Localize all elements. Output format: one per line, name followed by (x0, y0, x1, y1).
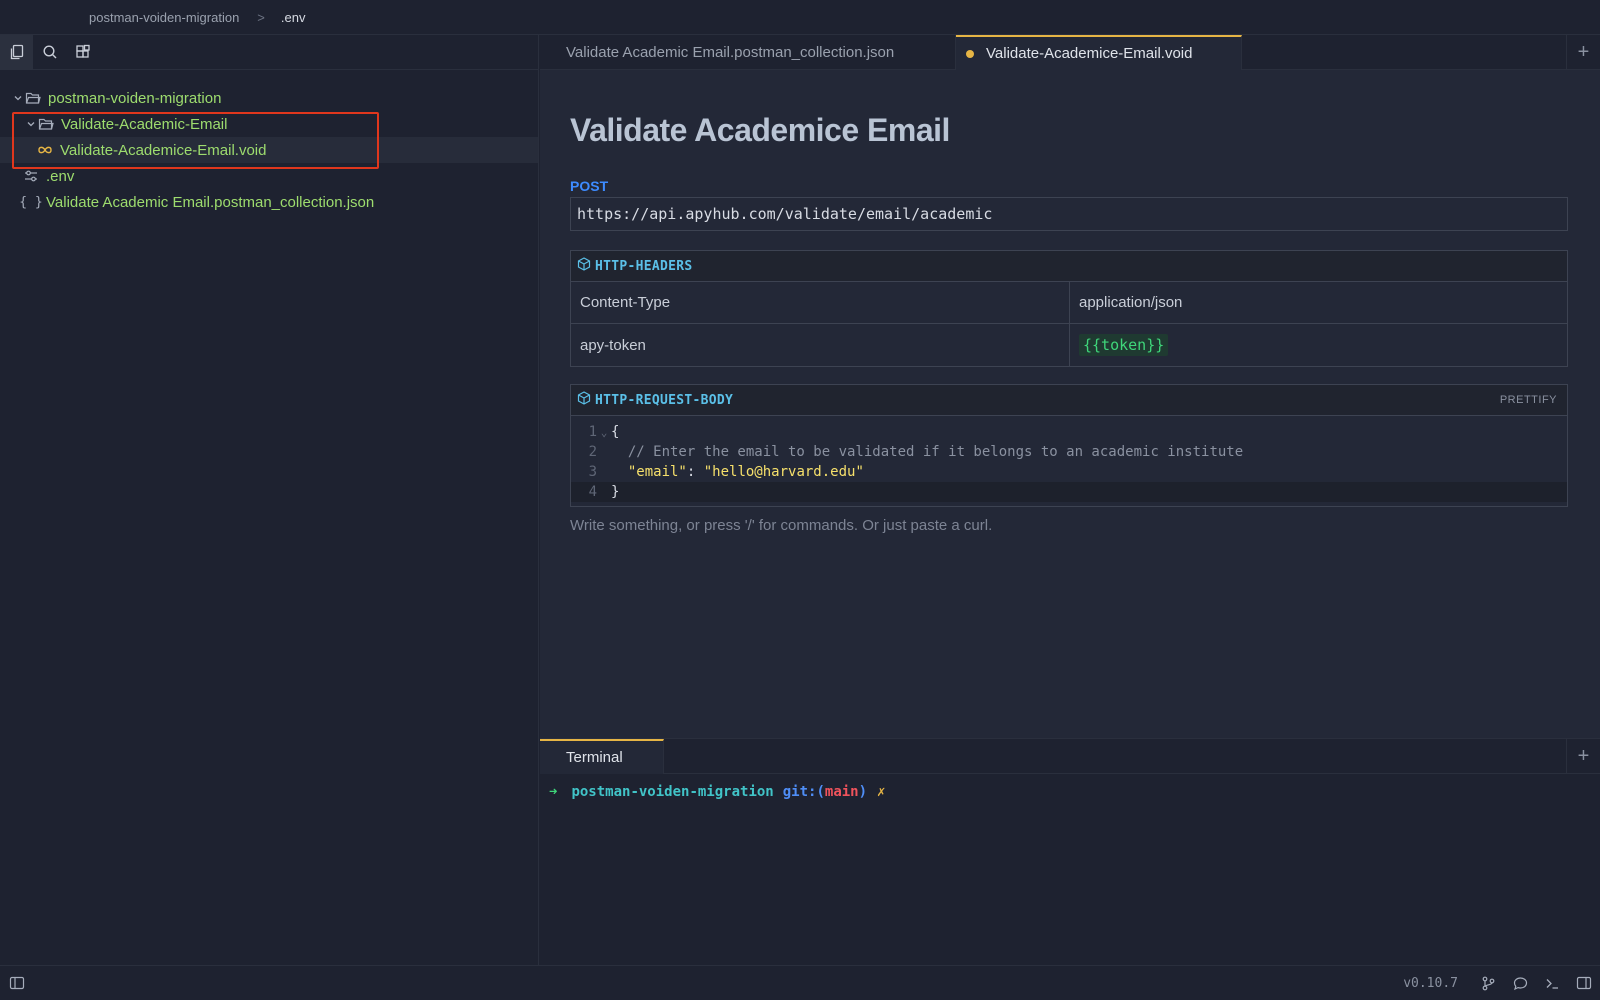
folder-open-icon (37, 116, 55, 132)
chevron-down-icon[interactable] (12, 93, 24, 103)
chevron-down-icon[interactable] (25, 119, 37, 129)
tree-item-label: Validate Academic Email.postman_collecti… (46, 193, 375, 211)
toggle-right-panel-icon[interactable] (1568, 966, 1600, 1000)
extensions-icon[interactable] (66, 35, 99, 70)
header-key-cell[interactable]: Content-Type (571, 282, 1070, 323)
tree-item-label: .env (46, 167, 75, 185)
title-bar: postman-voiden-migration > .env (0, 0, 1600, 35)
folder-open-icon (24, 90, 42, 106)
http-request-body-header: HTTP-REQUEST-BODY PRETTIFY (571, 385, 1567, 416)
fold-chevron-icon[interactable]: ⌄ (597, 426, 611, 439)
code-text: { (611, 424, 620, 440)
json-value: "hello@harvard.edu" (703, 464, 864, 480)
tree-item-project-folder[interactable]: postman-voiden-migration (0, 85, 538, 111)
tree-item-env-file[interactable]: .env (0, 163, 538, 189)
block-label: HTTP-HEADERS (595, 258, 693, 274)
terminal-tab-bar: Terminal + (540, 739, 1600, 774)
tab-postman-collection[interactable]: Validate Academic Email.postman_collecti… (540, 35, 956, 70)
prompt-dirty-marker: ✗ (877, 784, 886, 800)
tree-item-json-file[interactable]: { } Validate Academic Email.postman_coll… (0, 189, 538, 215)
http-request-body-block: HTTP-REQUEST-BODY PRETTIFY 1 ⌄ { 2 // En… (570, 384, 1568, 507)
files-icon[interactable] (0, 34, 33, 70)
tab-terminal[interactable]: Terminal (540, 739, 664, 774)
tab-label: Validate-Academice-Email.void (986, 45, 1193, 62)
json-key: "email" (627, 464, 687, 480)
editor-tab-bar: Validate Academic Email.postman_collecti… (540, 35, 1600, 70)
tree-item-void-file[interactable]: Validate-Academice-Email.void (0, 137, 538, 163)
cube-icon (577, 257, 591, 275)
code-line: 3 "email": "hello@harvard.edu" (571, 462, 1567, 482)
terminal-icon[interactable] (1536, 966, 1568, 1000)
tree-item-validate-folder[interactable]: Validate-Academic-Email (0, 111, 538, 137)
code-line: 1 ⌄ { (571, 422, 1567, 442)
infinity-icon (36, 142, 54, 158)
code-line: 2 // Enter the email to be validated if … (571, 442, 1567, 462)
prettify-button[interactable]: PRETTIFY (1500, 394, 1557, 406)
editor-placeholder[interactable]: Write something, or press '/' for comman… (570, 517, 992, 534)
toggle-sidebar-icon[interactable] (0, 966, 34, 1000)
prompt-branch: main (824, 784, 859, 800)
prompt-arrow: ➜ (549, 784, 558, 800)
cube-icon (577, 391, 591, 409)
terminal-prompt[interactable]: ➜ postman-voiden-migration git:(main) ✗ (549, 784, 1600, 800)
tab-label: Validate Academic Email.postman_collecti… (566, 44, 895, 61)
tree-item-label: Validate-Academic-Email (61, 115, 228, 133)
sidebar-toolbar (0, 34, 538, 70)
git-icon[interactable] (1472, 966, 1504, 1000)
settings-sliders-icon (22, 168, 40, 184)
http-method[interactable]: POST (570, 178, 608, 194)
status-bar: v0.10.7 (0, 965, 1600, 1000)
breadcrumb-separator: > (257, 9, 265, 25)
terminal-panel[interactable]: Terminal + ➜ postman-voiden-migration gi… (540, 738, 1600, 965)
line-number: 1 (588, 424, 597, 440)
new-terminal-button[interactable]: + (1566, 739, 1600, 774)
prompt-git-close: ) (858, 784, 868, 800)
breadcrumb-file[interactable]: .env (281, 10, 306, 25)
url-input[interactable]: https://api.apyhub.com/validate/email/ac… (570, 197, 1568, 231)
code-line: 4 } (571, 482, 1567, 502)
breadcrumb-project[interactable]: postman-voiden-migration (89, 10, 239, 25)
code-text: } (611, 484, 620, 500)
tab-void-file[interactable]: Validate-Academice-Email.void (956, 35, 1242, 70)
chat-bubble-icon[interactable] (1504, 966, 1536, 1000)
version-label: v0.10.7 (1403, 975, 1458, 991)
code-comment: // Enter the email to be validated if it… (611, 444, 1244, 460)
json-braces-icon: { } (19, 194, 43, 210)
new-tab-button[interactable]: + (1566, 35, 1600, 70)
block-label: HTTP-REQUEST-BODY (595, 392, 734, 408)
header-row: Content-Type application/json (571, 282, 1567, 324)
header-value-cell[interactable]: application/json (1070, 282, 1567, 323)
http-headers-header: HTTP-HEADERS (571, 251, 1567, 282)
prompt-git: git:( (782, 784, 825, 800)
header-row: apy-token {{token}} (571, 324, 1567, 366)
sidebar: postman-voiden-migration Validate-Academ… (0, 34, 539, 965)
unsaved-dot-icon (966, 49, 974, 58)
header-value-cell[interactable]: {{token}} (1070, 324, 1567, 366)
code-editor[interactable]: 1 ⌄ { 2 // Enter the email to be validat… (571, 416, 1567, 506)
tree-item-label: postman-voiden-migration (48, 89, 222, 107)
editor-panel[interactable]: Validate Academice Email POST https://ap… (540, 70, 1600, 738)
file-tree: postman-voiden-migration Validate-Academ… (0, 70, 538, 215)
prompt-directory: postman-voiden-migration (571, 784, 774, 800)
page-title[interactable]: Validate Academice Email (570, 112, 950, 149)
line-number: 3 (588, 464, 597, 480)
line-number: 2 (588, 444, 597, 460)
json-colon: : (686, 464, 704, 480)
variable-pill[interactable]: {{token}} (1079, 334, 1169, 356)
search-icon[interactable] (33, 35, 66, 70)
line-number: 4 (588, 484, 597, 500)
tree-item-label: Validate-Academice-Email.void (60, 141, 267, 159)
http-headers-block: HTTP-HEADERS Content-Type application/js… (570, 250, 1568, 367)
header-key-cell[interactable]: apy-token (571, 324, 1070, 366)
